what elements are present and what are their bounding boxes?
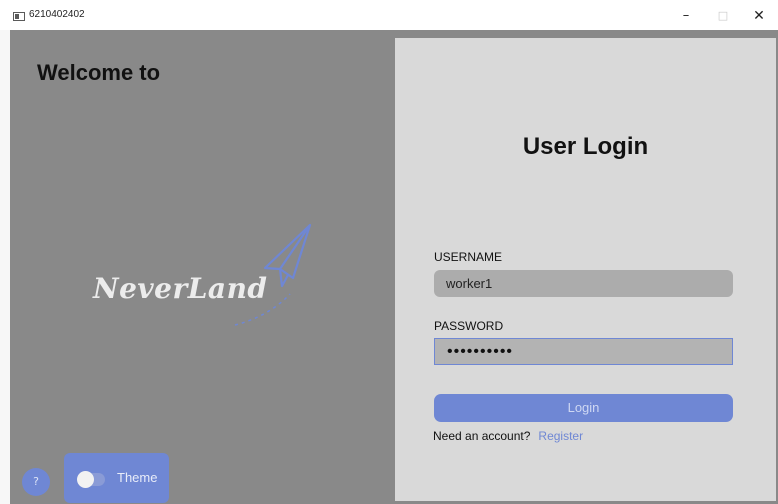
minimize-button[interactable]: –: [676, 6, 696, 26]
login-panel: User Login USERNAME worker1 PASSWORD •••…: [395, 38, 776, 501]
account-prompt-text: Need an account?: [433, 429, 531, 443]
close-button[interactable]: ✕: [749, 6, 769, 26]
register-link[interactable]: Register: [538, 429, 583, 443]
login-button[interactable]: Login: [434, 394, 733, 422]
login-title: User Login: [522, 133, 649, 160]
neverland-logo: NeverLand: [85, 220, 325, 340]
account-prompt-row: Need an account? Register: [433, 429, 583, 443]
background-window-edge: [0, 30, 10, 504]
window-title: 6210402402: [29, 9, 85, 20]
help-button[interactable]: ?: [22, 468, 50, 496]
password-input[interactable]: ••••••••••: [434, 338, 733, 365]
app-content: Welcome to NeverLand ? Theme User Login …: [10, 30, 778, 504]
welcome-heading: Welcome to: [37, 60, 161, 85]
password-label: PASSWORD: [434, 319, 504, 333]
app-window-icon: [13, 12, 25, 21]
username-input[interactable]: worker1: [434, 270, 733, 297]
title-bar: 6210402402 – □ ✕: [0, 0, 778, 30]
logo-text: NeverLand: [93, 272, 268, 305]
theme-label: Theme: [117, 470, 158, 485]
toggle-knob: [77, 471, 94, 488]
theme-toggle-container[interactable]: Theme: [64, 453, 169, 503]
username-label: USERNAME: [434, 250, 503, 264]
theme-toggle-switch[interactable]: [77, 471, 105, 488]
maximize-button[interactable]: □: [713, 6, 733, 26]
